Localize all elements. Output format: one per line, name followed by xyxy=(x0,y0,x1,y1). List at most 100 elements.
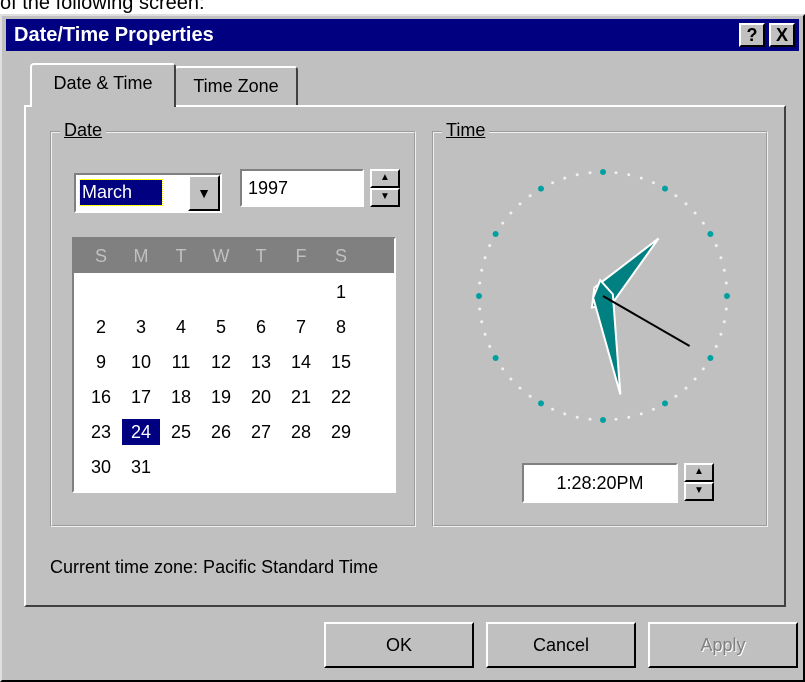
clock-tick xyxy=(588,171,592,175)
clock-tick xyxy=(551,181,555,185)
clock-tick xyxy=(693,211,697,215)
calendar-day[interactable]: 29 xyxy=(322,419,360,445)
calendar-day[interactable]: 19 xyxy=(202,384,240,410)
calendar-day[interactable]: 22 xyxy=(322,384,360,410)
calendar-day[interactable]: 12 xyxy=(202,349,240,375)
clock-tick xyxy=(639,412,643,416)
calendar-day[interactable]: 27 xyxy=(242,419,280,445)
window-title: Date/Time Properties xyxy=(14,24,214,46)
help-button[interactable]: ? xyxy=(739,23,765,47)
clock-tick xyxy=(563,176,567,180)
calendar-day[interactable]: 21 xyxy=(282,384,320,410)
weekday-header: SMTWTFS xyxy=(74,239,394,273)
current-timezone-label: Current time zone: Pacific Standard Time xyxy=(50,557,379,577)
year-spinner[interactable]: ▲ ▼ xyxy=(370,169,400,207)
clock-tick xyxy=(528,194,532,198)
calendar-day[interactable]: 25 xyxy=(162,419,200,445)
date-time-properties-dialog: Date/Time Properties ? X Date & Time Tim… xyxy=(0,14,805,682)
calendar-day[interactable]: 11 xyxy=(162,349,200,375)
calendar-day[interactable]: 1 xyxy=(322,279,360,305)
clock-tick xyxy=(714,344,718,348)
clock-tick xyxy=(600,417,606,423)
calendar-day[interactable]: 23 xyxy=(82,419,120,445)
clock-tick xyxy=(674,394,678,398)
clock-tick xyxy=(492,355,499,361)
calendar-day[interactable]: 6 xyxy=(242,314,280,340)
calendar-day[interactable]: 5 xyxy=(202,314,240,340)
calendar-day[interactable]: 2 xyxy=(82,314,120,340)
clock-tick xyxy=(551,407,555,411)
calendar-day[interactable]: 26 xyxy=(202,419,240,445)
clock-tick xyxy=(488,244,492,248)
month-dropdown[interactable]: March ▼ xyxy=(74,173,222,213)
clock-tick xyxy=(528,394,532,398)
clock-tick xyxy=(518,202,522,206)
weekday-label: M xyxy=(133,246,149,266)
calendar-day[interactable]: 31 xyxy=(122,454,160,480)
close-button[interactable]: X xyxy=(769,23,795,47)
calendar-grid[interactable]: SMTWTFS 1 2 3 4 5 6 7 8 9 10 11 12 13 14 15 16 17 18 19 20 2… xyxy=(72,237,396,493)
clock-tick xyxy=(509,377,513,381)
spin-up-icon[interactable]: ▲ xyxy=(370,169,400,188)
calendar-day[interactable]: 15 xyxy=(322,349,360,375)
clock-tick xyxy=(714,244,718,248)
clock-tick xyxy=(600,169,606,175)
spin-down-icon[interactable]: ▼ xyxy=(684,482,714,501)
weekday-label: F xyxy=(295,246,307,266)
clock-tick xyxy=(575,415,579,419)
calendar-day[interactable]: 18 xyxy=(162,384,200,410)
weekday-label: S xyxy=(334,246,347,266)
calendar-day[interactable]: 3 xyxy=(122,314,160,340)
calendar-day[interactable]: 4 xyxy=(162,314,200,340)
calendar-day-selected[interactable]: 24 xyxy=(122,419,160,445)
calendar-day[interactable]: 30 xyxy=(82,454,120,480)
clock-tick xyxy=(724,281,728,285)
clock-tick xyxy=(478,307,482,311)
clock-tick xyxy=(509,211,513,215)
clock-tick xyxy=(701,221,705,225)
weekday-label: T xyxy=(255,246,267,266)
calendar-day[interactable]: 17 xyxy=(122,384,160,410)
date-groupbox: Date March ▼ 1997 ▲ ▼ SMTWTFS 1234567891… xyxy=(50,120,416,527)
clock-tick xyxy=(639,176,643,180)
clock-tick xyxy=(476,293,482,299)
spin-up-icon[interactable]: ▲ xyxy=(684,463,714,482)
date-group-label: Date xyxy=(60,120,107,141)
time-group-label: Time xyxy=(442,120,490,141)
calendar-day[interactable]: 14 xyxy=(282,349,320,375)
clock-tick xyxy=(588,417,592,421)
calendar-day[interactable]: 16 xyxy=(82,384,120,410)
calendar-day[interactable]: 20 xyxy=(242,384,280,410)
time-spinner[interactable]: ▲ ▼ xyxy=(684,463,714,501)
clock-tick xyxy=(701,367,705,371)
spin-down-icon[interactable]: ▼ xyxy=(370,188,400,207)
clock-tick xyxy=(722,268,726,272)
clock-tick xyxy=(483,332,487,336)
title-bar: Date/Time Properties ? X xyxy=(6,19,799,51)
calendar-day[interactable]: 9 xyxy=(82,349,120,375)
apply-button[interactable]: Apply xyxy=(648,622,798,668)
clock-tick xyxy=(719,332,723,336)
time-field[interactable]: 1:28:20PM xyxy=(522,463,678,503)
tab-date-time[interactable]: Date & Time xyxy=(30,63,176,107)
ok-button[interactable]: OK xyxy=(324,622,474,668)
weekday-label: S xyxy=(94,246,107,266)
calendar-day[interactable]: 13 xyxy=(242,349,280,375)
calendar-day[interactable]: 7 xyxy=(282,314,320,340)
calendar-day[interactable]: 8 xyxy=(322,314,360,340)
year-field[interactable]: 1997 xyxy=(240,169,364,207)
tab-time-zone[interactable]: Time Zone xyxy=(174,66,298,105)
clock-tick xyxy=(693,377,697,381)
dropdown-arrow-icon[interactable]: ▼ xyxy=(188,175,220,211)
calendar-day[interactable]: 10 xyxy=(122,349,160,375)
clock-tick xyxy=(674,194,678,198)
page-caption: of the following screen: xyxy=(0,0,205,14)
clock-tick xyxy=(719,256,723,260)
clock-tick xyxy=(501,367,505,371)
clock-tick xyxy=(501,221,505,225)
clock-tick xyxy=(651,181,655,185)
cancel-button[interactable]: Cancel xyxy=(486,622,636,668)
clock-tick xyxy=(662,400,668,407)
clock-tick xyxy=(662,185,668,192)
calendar-day[interactable]: 28 xyxy=(282,419,320,445)
